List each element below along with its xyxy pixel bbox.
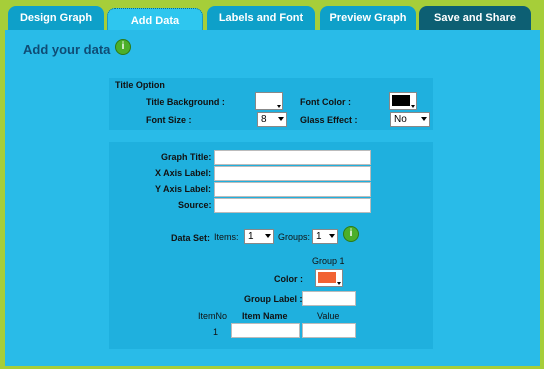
chevron-down-icon [278, 117, 284, 121]
item-no-cell: 1 [213, 327, 219, 337]
glass-effect-value: No [394, 114, 407, 125]
tab-design-graph[interactable]: Design Graph [8, 6, 104, 30]
glass-effect-select[interactable]: No [390, 112, 430, 127]
items-select[interactable]: 1 [244, 229, 274, 244]
graph-data-box: Graph Title: X Axis Label: Y Axis Label:… [109, 142, 433, 349]
group-color-swatch [318, 272, 336, 283]
groups-select[interactable]: 1 [312, 229, 338, 244]
items-label: Items: [214, 232, 239, 242]
font-size-label: Font Size : [146, 115, 192, 125]
data-set-label: Data Set: [171, 233, 211, 243]
value-input[interactable] [302, 323, 356, 338]
chevron-down-icon [337, 282, 341, 285]
chevron-down-icon [411, 105, 415, 108]
tab-bar: Design Graph Add Data Labels and Font Pr… [4, 4, 540, 32]
item-name-input[interactable] [231, 323, 300, 338]
chevron-down-icon [421, 117, 427, 121]
title-background-swatch [258, 95, 276, 106]
tab-preview-graph[interactable]: Preview Graph [320, 6, 416, 30]
title-option-box: Title Option Title Background : Font Col… [109, 78, 433, 130]
item-name-header: Item Name [242, 311, 288, 321]
groups-label: Groups: [278, 232, 311, 242]
title-background-color-picker[interactable] [255, 92, 283, 110]
item-no-header: ItemNo [198, 311, 228, 321]
group-label-label: Group Label : [244, 294, 303, 304]
font-color-label: Font Color : [300, 97, 351, 107]
chevron-down-icon [277, 105, 281, 108]
info-icon[interactable]: i [115, 39, 131, 55]
title-background-label: Title Background : [146, 97, 225, 107]
font-size-select[interactable]: 8 [257, 112, 287, 127]
data-set-info-icon[interactable]: i [343, 226, 359, 242]
chevron-down-icon [329, 234, 335, 238]
add-data-panel: Add your data i Title Option Title Backg… [5, 30, 540, 366]
y-axis-label-label: Y Axis Label: [155, 184, 212, 194]
graph-title-input[interactable] [214, 150, 371, 165]
x-axis-label-label: X Axis Label: [155, 168, 212, 178]
tab-add-data[interactable]: Add Data [107, 8, 203, 32]
font-color-swatch [392, 95, 410, 106]
glass-effect-label: Glass Effect : [300, 115, 358, 125]
x-axis-label-input[interactable] [214, 166, 371, 181]
tab-save-and-share[interactable]: Save and Share [419, 6, 531, 30]
source-label: Source: [178, 200, 212, 210]
group-color-label: Color : [274, 274, 303, 284]
font-size-value: 8 [261, 114, 267, 125]
value-header: Value [317, 311, 340, 321]
tab-labels-and-font[interactable]: Labels and Font [207, 6, 315, 30]
items-value: 1 [248, 231, 254, 242]
group-color-picker[interactable] [315, 269, 343, 287]
group-label-input[interactable] [302, 291, 356, 306]
chevron-down-icon [265, 234, 271, 238]
source-input[interactable] [214, 198, 371, 213]
page-title: Add your data [23, 42, 111, 57]
group-header: Group 1 [312, 256, 345, 266]
graph-title-label: Graph Title: [161, 152, 212, 162]
groups-value: 1 [316, 231, 322, 242]
font-color-picker[interactable] [389, 92, 417, 110]
title-option-label: Title Option [115, 80, 165, 90]
y-axis-label-input[interactable] [214, 182, 371, 197]
